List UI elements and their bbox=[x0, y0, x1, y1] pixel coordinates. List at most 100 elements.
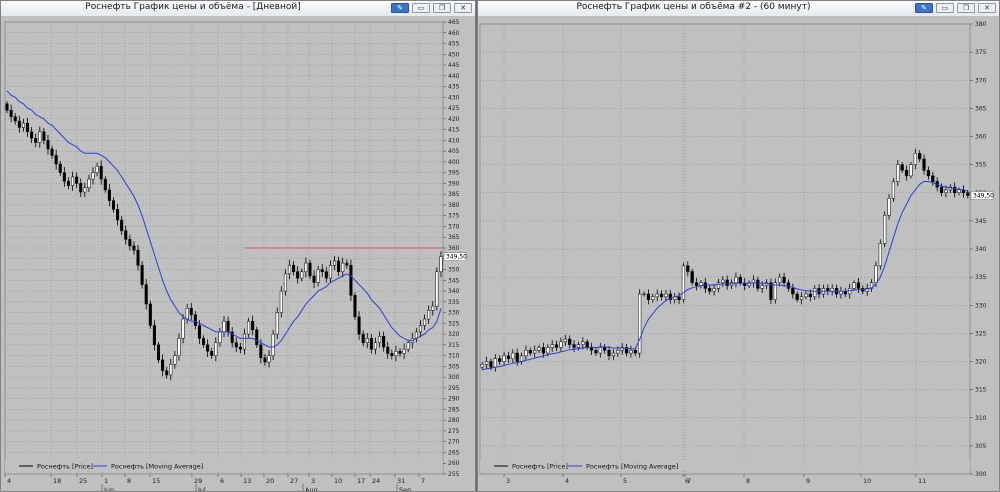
candle-body bbox=[148, 303, 152, 326]
y-tick-label: 315 bbox=[448, 342, 460, 349]
y-tick-label: 310 bbox=[448, 353, 460, 360]
y-tick-label: 325 bbox=[448, 320, 460, 327]
candle-body bbox=[439, 256, 443, 272]
candle-body bbox=[708, 288, 712, 292]
y-tick-label: 395 bbox=[448, 170, 460, 177]
candle-body bbox=[406, 342, 410, 350]
candle-body bbox=[312, 275, 316, 283]
y-tick-label: 345 bbox=[975, 218, 987, 225]
candle-body bbox=[349, 264, 353, 296]
x-month-label: Sep bbox=[399, 486, 411, 491]
title-bar[interactable]: Роснефть График цены и объёма - [Дневной… bbox=[1, 1, 475, 17]
x-tick-label: 5 bbox=[623, 477, 627, 485]
x-tick-label: 4 bbox=[7, 477, 11, 485]
daily-price-chart[interactable]: 2552602652702752802852902953003053103153… bbox=[1, 16, 475, 491]
candle-body bbox=[287, 264, 292, 275]
candle-body bbox=[581, 341, 585, 345]
candle-body bbox=[931, 175, 935, 182]
candle-body bbox=[896, 164, 900, 182]
candle-body bbox=[874, 265, 878, 283]
x-tick-label: 1 bbox=[104, 477, 108, 485]
candle-body bbox=[87, 178, 91, 188]
candle-body bbox=[42, 131, 46, 141]
candle-body bbox=[17, 120, 21, 128]
y-tick-label: 340 bbox=[975, 246, 987, 253]
x-month-label: Jul bbox=[197, 486, 206, 491]
candle-body bbox=[79, 183, 83, 193]
x-tick-label: 13 bbox=[243, 477, 251, 485]
y-tick-label: 380 bbox=[975, 21, 987, 28]
x-tick-label: 3 bbox=[506, 477, 510, 485]
candle-body bbox=[572, 344, 576, 348]
close-button[interactable]: ✕ bbox=[454, 3, 472, 13]
candle-body bbox=[324, 271, 328, 279]
y-tick-label: 460 bbox=[448, 30, 460, 37]
candle-body bbox=[681, 265, 686, 300]
candle-body bbox=[247, 320, 251, 335]
last-price-label: 349,50 bbox=[973, 193, 994, 200]
minimize-button[interactable]: ▭ bbox=[936, 3, 954, 13]
pin-button[interactable]: ✎ bbox=[391, 3, 409, 13]
y-tick-label: 360 bbox=[448, 245, 460, 252]
y-tick-label: 370 bbox=[975, 77, 987, 84]
candle-body bbox=[594, 350, 598, 354]
y-tick-label: 330 bbox=[975, 302, 987, 309]
candle-body bbox=[169, 363, 173, 376]
candle-body bbox=[638, 293, 642, 354]
candle-body bbox=[279, 290, 283, 313]
candle-body bbox=[165, 370, 169, 376]
restore-button[interactable]: ❐ bbox=[957, 3, 975, 13]
candle-body bbox=[206, 344, 210, 352]
y-tick-label: 355 bbox=[975, 162, 987, 169]
y-tick-label: 465 bbox=[448, 19, 460, 26]
x-tick-label: 11 bbox=[918, 477, 926, 485]
candle-body bbox=[140, 264, 144, 285]
candle-body bbox=[320, 269, 324, 272]
candle-body bbox=[99, 165, 103, 180]
candle-body bbox=[369, 338, 373, 350]
candle-body bbox=[54, 155, 58, 165]
candle-body bbox=[218, 331, 222, 343]
candle-body bbox=[541, 347, 546, 354]
candle-body bbox=[173, 355, 177, 365]
candle-body bbox=[664, 293, 668, 298]
y-tick-label: 285 bbox=[448, 406, 460, 413]
candle-body bbox=[263, 357, 267, 363]
close-button[interactable]: ✕ bbox=[978, 3, 996, 13]
x-tick-label: 29 bbox=[194, 477, 202, 485]
y-tick-label: 385 bbox=[448, 191, 460, 198]
title-bar[interactable]: Роснефть График цены и объёма #2 - (60 м… bbox=[478, 1, 999, 17]
hourly-price-chart[interactable]: 3003053103153203253303353403453503553603… bbox=[478, 16, 999, 491]
y-tick-label: 305 bbox=[448, 363, 460, 370]
y-tick-label: 350 bbox=[448, 267, 460, 274]
candle-body bbox=[300, 271, 304, 279]
candle-body bbox=[58, 163, 62, 173]
restore-button[interactable]: ❐ bbox=[433, 3, 451, 13]
candle-body bbox=[646, 293, 651, 300]
candle-body bbox=[502, 355, 506, 362]
candle-body bbox=[782, 276, 786, 283]
candle-body bbox=[953, 186, 957, 193]
candle-body bbox=[498, 358, 502, 362]
candle-body bbox=[966, 192, 970, 196]
candle-body bbox=[333, 260, 337, 266]
candle-body bbox=[909, 164, 913, 177]
x-tick-label: 31 bbox=[397, 477, 405, 485]
candle-body bbox=[795, 293, 799, 300]
candle-body bbox=[304, 262, 308, 272]
candle-body bbox=[66, 181, 70, 186]
candle-body bbox=[9, 109, 13, 117]
y-tick-label: 280 bbox=[448, 417, 460, 424]
legend-label: Роснефть [Price] bbox=[512, 463, 568, 471]
candle-body bbox=[576, 344, 581, 348]
candle-body bbox=[308, 262, 312, 277]
candle-body bbox=[651, 296, 655, 300]
pin-button[interactable]: ✎ bbox=[915, 3, 933, 13]
candle-body bbox=[480, 364, 484, 368]
candle-body bbox=[341, 262, 345, 272]
y-tick-label: 290 bbox=[448, 396, 460, 403]
candle-body bbox=[136, 249, 140, 266]
minimize-button[interactable]: ▭ bbox=[412, 3, 430, 13]
candle-body bbox=[524, 350, 528, 357]
candle-body bbox=[418, 325, 423, 333]
